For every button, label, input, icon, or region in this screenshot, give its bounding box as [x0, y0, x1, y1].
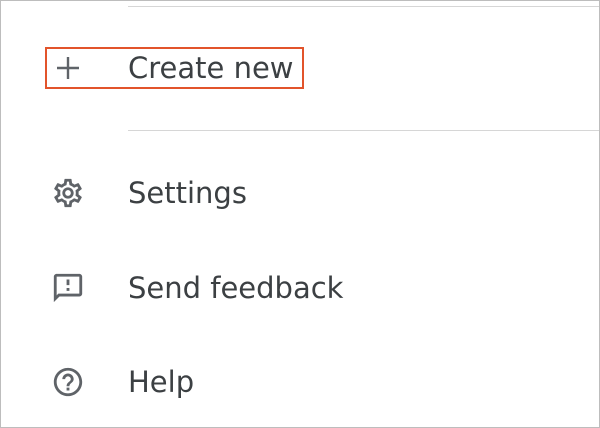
gear-icon: [49, 174, 87, 212]
menu-item-settings[interactable]: Settings: [1, 163, 599, 223]
menu-item-label: Send feedback: [128, 271, 344, 305]
menu-item-label: Create new: [128, 51, 294, 85]
menu-item-label: Settings: [128, 176, 247, 210]
menu-item-send-feedback[interactable]: Send feedback: [1, 258, 599, 318]
help-circle-icon: [49, 363, 87, 401]
menu-item-create-new[interactable]: Create new: [1, 38, 599, 98]
menu-panel: Create new Settings Send feedback Help: [0, 0, 600, 428]
feedback-icon: [49, 269, 87, 307]
menu-item-help[interactable]: Help: [1, 352, 599, 412]
menu-item-label: Help: [128, 365, 195, 399]
divider-middle: [128, 130, 599, 131]
plus-icon: [49, 49, 87, 87]
divider-top: [128, 6, 599, 7]
